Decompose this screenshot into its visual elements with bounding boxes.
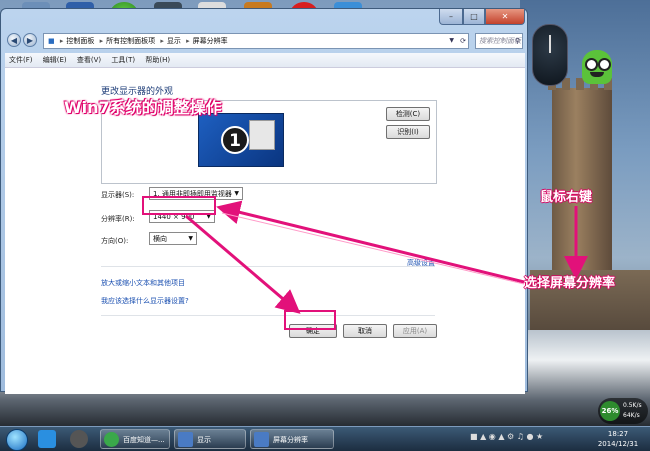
chevron-down-icon: ▼ <box>234 190 239 197</box>
breadcrumb-all-items[interactable]: 所有控制面板项 <box>106 37 155 45</box>
display-icon <box>178 432 193 447</box>
ok-highlight-box <box>284 310 336 330</box>
system-tray[interactable]: ■ ▲ ◉ ▲ ⚙ ♫ ● ★ <box>470 432 543 441</box>
frog-gadget-icon[interactable] <box>582 50 612 84</box>
computer-icon <box>249 120 275 150</box>
back-button[interactable]: ◀ <box>7 33 21 47</box>
task-label: 屏幕分辨率 <box>273 436 308 444</box>
screen-resolution-window: – □ ✕ ◀ ▶ ■ ▸ 控制面板 ▸ 所有控制面板项 ▸ 显示 ▸ 屏幕分辨率 ▼ … <box>0 8 528 394</box>
monitor-1[interactable]: 1 <box>198 113 284 167</box>
forward-button[interactable]: ▶ <box>23 33 37 47</box>
search-input[interactable]: 搜索控制面板 ⚲ <box>475 33 523 49</box>
upload-speed: 0.5K/s <box>623 402 642 409</box>
address-bar[interactable]: ■ ▸ 控制面板 ▸ 所有控制面板项 ▸ 显示 ▸ 屏幕分辨率 ▼ ⟳ <box>43 33 469 49</box>
taskbar-clock[interactable]: 18:27 2014/12/31 <box>596 429 640 449</box>
net-percent: 26% <box>600 401 620 421</box>
breadcrumb-control-panel[interactable]: 控制面板 <box>66 37 94 45</box>
search-icon[interactable]: ⚲ <box>515 34 520 48</box>
wallpaper-tower <box>548 78 616 278</box>
maximize-button[interactable]: □ <box>463 9 485 25</box>
menu-view[interactable]: 查看(V) <box>77 56 101 64</box>
detect-button[interactable]: 检测(C) <box>386 107 430 121</box>
taskbar-media-icon[interactable] <box>70 430 88 448</box>
breadcrumb-display[interactable]: 显示 <box>167 37 181 45</box>
apply-button[interactable]: 应用(A) <box>393 324 437 338</box>
identify-button[interactable]: 识别(I) <box>386 125 430 139</box>
task-baidu[interactable]: 百度知道—... <box>100 429 170 449</box>
which-settings-link[interactable]: 我应该选择什么显示器设置? <box>101 296 189 306</box>
orientation-value: 横向 <box>153 235 167 243</box>
annotation-title: Win7系统的调整操作 <box>64 98 222 117</box>
annotation-choose-resolution: 选择屏幕分辨率 <box>524 276 616 291</box>
resolution-highlight-box <box>142 196 216 215</box>
enlarge-text-link[interactable]: 放大或缩小文本和其他项目 <box>101 278 185 288</box>
monitor-number: 1 <box>221 126 249 154</box>
chevron-down-icon: ▼ <box>188 235 193 242</box>
taskbar-app-icon[interactable] <box>38 430 56 448</box>
breadcrumb-screen-resolution[interactable]: 屏幕分辨率 <box>193 37 228 45</box>
start-button[interactable] <box>6 429 28 451</box>
control-panel-icon: ■ <box>48 37 55 45</box>
task-display[interactable]: 显示 <box>174 429 246 449</box>
address-dropdown-icon[interactable]: ▼ <box>449 34 454 48</box>
network-meter-gadget: 26% 0.5K/s 64K/s <box>598 398 648 424</box>
task-label: 百度知道—... <box>123 436 165 444</box>
divider <box>101 266 435 267</box>
browser-icon <box>104 432 119 447</box>
clock-gadget <box>532 24 568 86</box>
menu-tools[interactable]: 工具(T) <box>111 56 135 64</box>
download-speed: 64K/s <box>623 412 640 419</box>
annotation-right-click: 鼠标右键 <box>540 190 593 205</box>
clock-time: 18:27 <box>607 430 629 438</box>
task-screen-resolution[interactable]: 屏幕分辨率 <box>250 429 334 449</box>
task-label: 显示 <box>197 436 211 444</box>
resolution-label: 分辨率(R): <box>101 215 135 223</box>
divider <box>101 315 435 316</box>
menu-file[interactable]: 文件(F) <box>9 56 33 64</box>
display-icon <box>254 432 269 447</box>
refresh-icon[interactable]: ⟳ <box>460 34 466 48</box>
taskbar: 百度知道—... 显示 屏幕分辨率 ■ ▲ ◉ ▲ ⚙ ♫ ● ★ 18:27 … <box>0 426 650 451</box>
close-button[interactable]: ✕ <box>485 9 525 25</box>
orientation-label: 方向(O): <box>101 237 129 245</box>
menu-bar: 文件(F) 编辑(E) 查看(V) 工具(T) 帮助(H) <box>5 53 525 67</box>
orientation-select[interactable]: 横向 ▼ <box>149 232 197 245</box>
menu-edit[interactable]: 编辑(E) <box>43 56 67 64</box>
minimize-button[interactable]: – <box>439 9 463 25</box>
menu-help[interactable]: 帮助(H) <box>145 56 170 64</box>
display-label: 显示器(S): <box>101 191 135 199</box>
cancel-button[interactable]: 取消 <box>343 324 387 338</box>
clock-date: 2014/12/31 <box>597 440 639 448</box>
